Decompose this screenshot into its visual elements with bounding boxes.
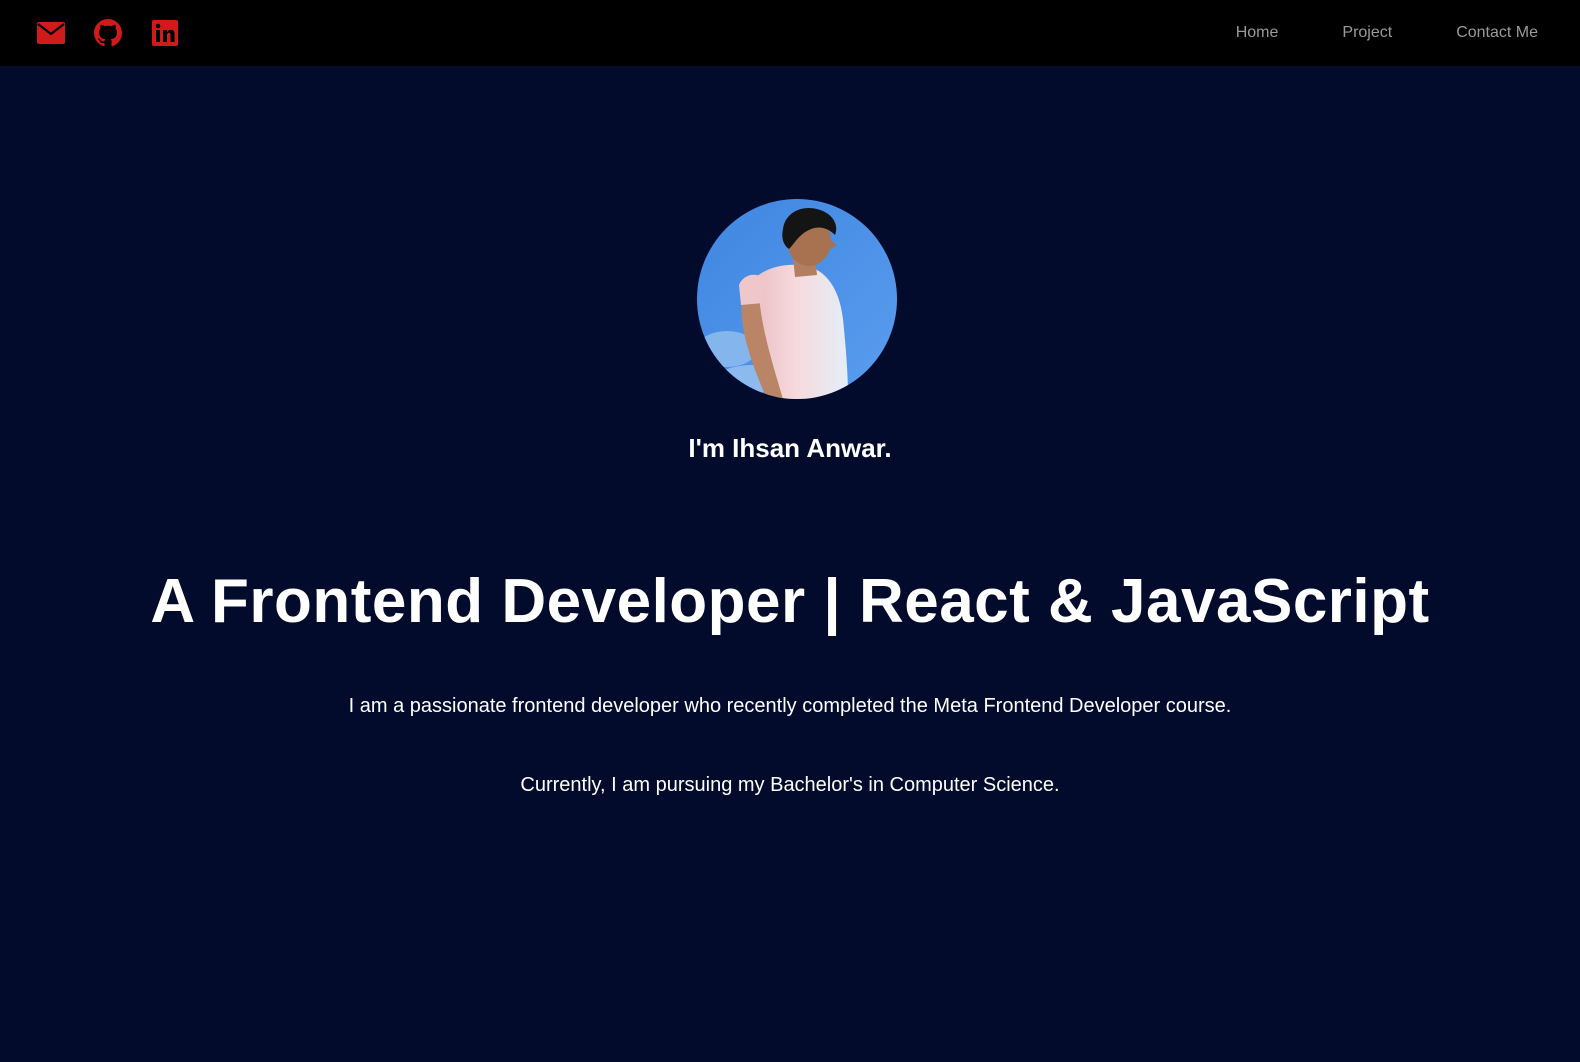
education-paragraph: Currently, I am pursuing my Bachelor's i… (520, 774, 1060, 796)
headline: A Frontend Developer | React & JavaScrip… (150, 567, 1430, 636)
intro-paragraph: I am a passionate frontend developer who… (348, 695, 1232, 717)
nav-links: Home Project Contact Me (1172, 24, 1538, 42)
linkedin-link[interactable] (150, 18, 180, 48)
social-links (36, 18, 207, 48)
navbar: Home Project Contact Me (0, 0, 1580, 66)
profile-photo (697, 199, 897, 399)
avatar (697, 199, 897, 399)
nav-project[interactable]: Project (1342, 24, 1392, 42)
hero-section: I'm Ihsan Anwar. A Frontend Developer | … (0, 66, 1580, 1062)
greeting: I'm Ihsan Anwar. (688, 433, 892, 463)
github-icon (94, 19, 122, 47)
nav-contact[interactable]: Contact Me (1456, 24, 1538, 42)
github-link[interactable] (93, 18, 123, 48)
email-link[interactable] (36, 18, 66, 48)
envelope-icon (37, 22, 65, 44)
linkedin-icon (152, 20, 178, 46)
nav-home[interactable]: Home (1236, 24, 1279, 42)
